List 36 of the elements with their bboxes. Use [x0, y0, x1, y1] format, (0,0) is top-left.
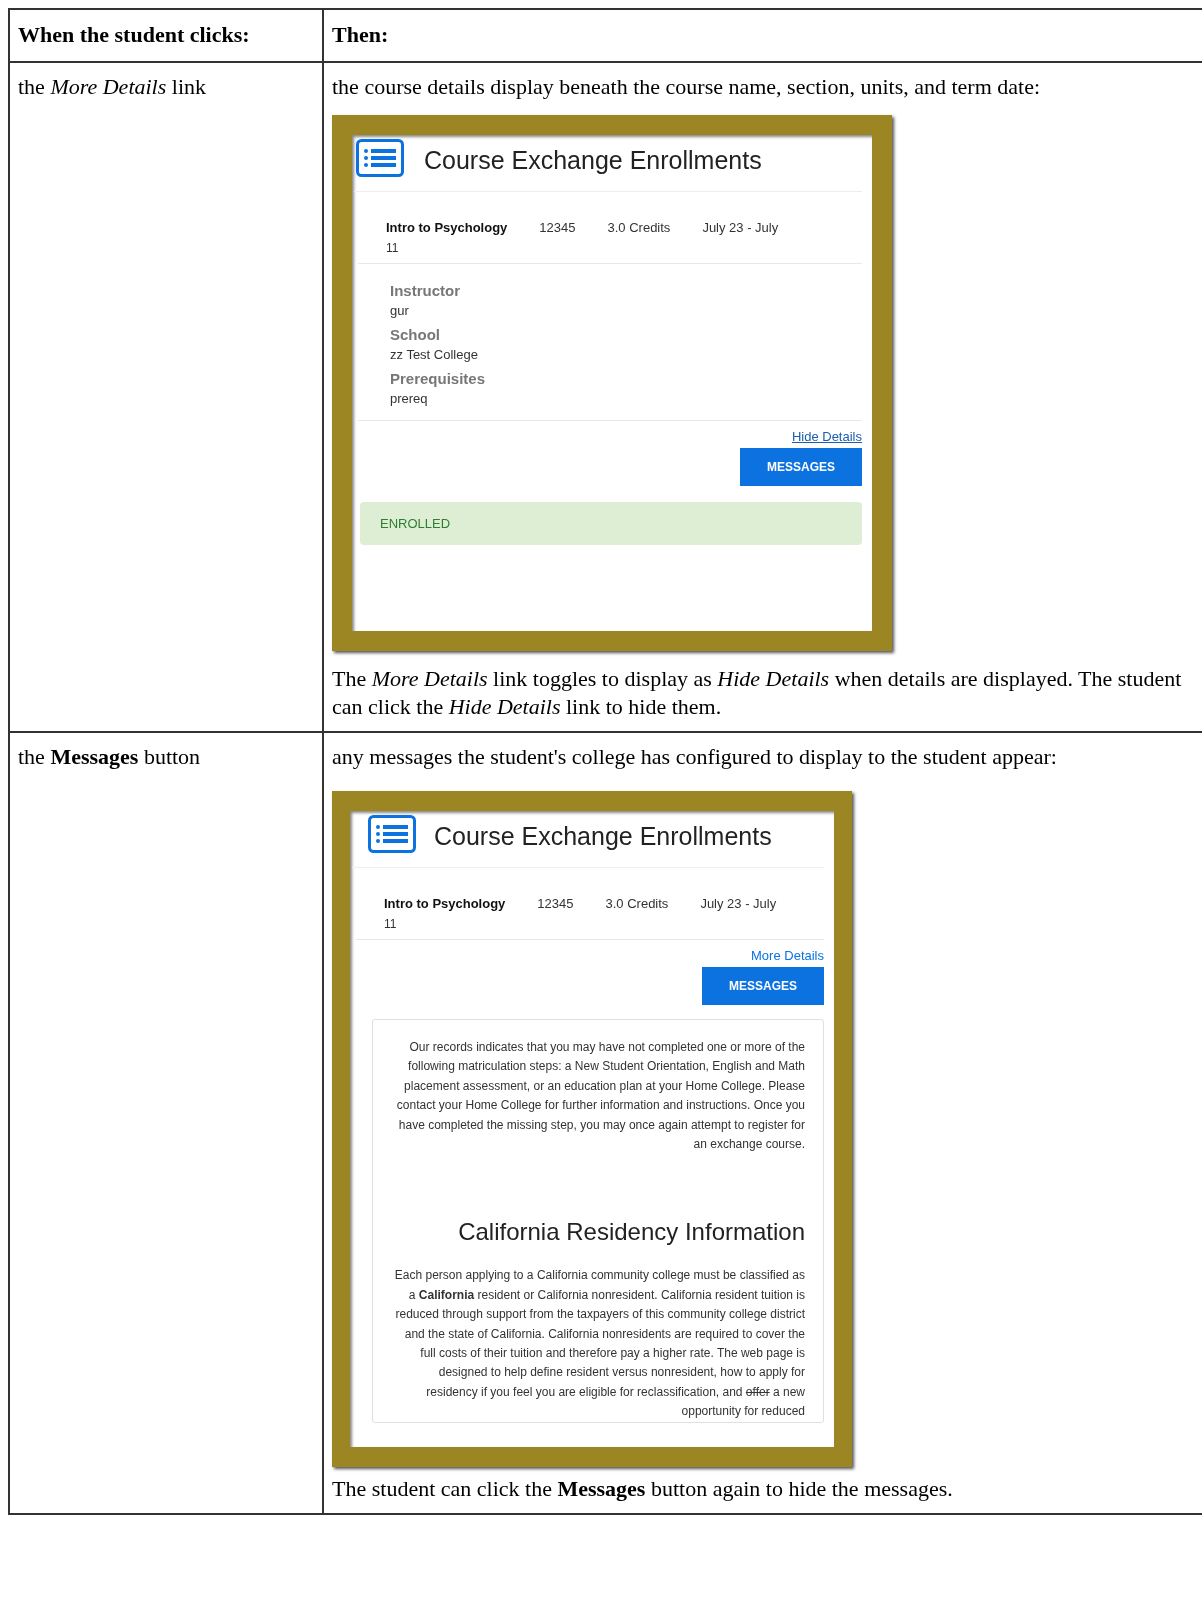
- course-dates: July 23 - July: [702, 220, 779, 235]
- result-text: the course details display beneath the course name, section, units, and term date:: [332, 73, 1042, 101]
- course-credits: 3.0 Credits: [605, 896, 669, 911]
- residency-text: Each person applying to a California community college must be classified as a California resident or California nonresident. California resident tuition is reduced through support from the taxpayers of this community college district and the state of California. California nonresidents are required to cover the full costs of their tuition and therefore pay a higher rate. The web page is designed to help define resident versus nonresident, how to apply for residency if you feel you are eligible for reclassification, and offer a new opportunity for reduced: [393, 1267, 805, 1421]
- course-dates: July 23 - July: [700, 896, 777, 911]
- messages-button[interactable]: MESSAGES: [702, 967, 824, 1005]
- result-text: The student can click the Messages button again to hide the messages.: [332, 1475, 954, 1503]
- detail-label: Instructor: [390, 282, 461, 299]
- course-dates: 11: [386, 241, 400, 255]
- list-icon: [356, 139, 404, 177]
- column-header: Then:: [323, 9, 1202, 62]
- detail-label: School: [390, 326, 441, 343]
- trigger-text: the Messages button: [18, 744, 201, 769]
- result-text: any messages the student's college has configured to display to the student appear:: [332, 743, 1058, 771]
- detail-value: prereq: [390, 391, 429, 406]
- messages-button[interactable]: MESSAGES: [740, 448, 862, 486]
- detail-value: zz Test College: [390, 347, 479, 362]
- course-section: 12345: [539, 220, 576, 235]
- course-credits: 3.0 Credits: [607, 220, 671, 235]
- detail-value: gur: [390, 303, 410, 318]
- result-text: The More Details link toggles to display as Hide Details when details are displayed. The student can click the Hide Details link to hide them.: [332, 665, 1183, 721]
- card-title: Course Exchange Enrollments: [434, 822, 772, 851]
- detail-label: Prerequisites: [390, 370, 487, 387]
- details-link[interactable]: More Details: [751, 948, 824, 963]
- course-name: Intro to Psychology: [386, 220, 508, 235]
- list-icon: [368, 815, 416, 853]
- course-name: Intro to Psychology: [384, 896, 506, 911]
- messages-heading: California Residency Information: [457, 1218, 805, 1247]
- course-dates: 11: [384, 917, 398, 931]
- details-link[interactable]: Hide Details: [791, 429, 862, 444]
- status-banner: ENROLLED: [360, 502, 862, 545]
- notice-text: Our records indicates that you may have not completed one or more of the following matriculation steps: a New Student Orientation, English and Math placement assessment, or an education plan at your Home College. Please contact your Home College for further information and instructions. Once you have completed the missing step, you may once again attempt to register for an exchange course.: [395, 1039, 805, 1154]
- column-header: When the student clicks:: [9, 9, 323, 62]
- card-title: Course Exchange Enrollments: [424, 146, 762, 175]
- course-section: 12345: [537, 896, 574, 911]
- trigger-text: the More Details link: [18, 74, 206, 99]
